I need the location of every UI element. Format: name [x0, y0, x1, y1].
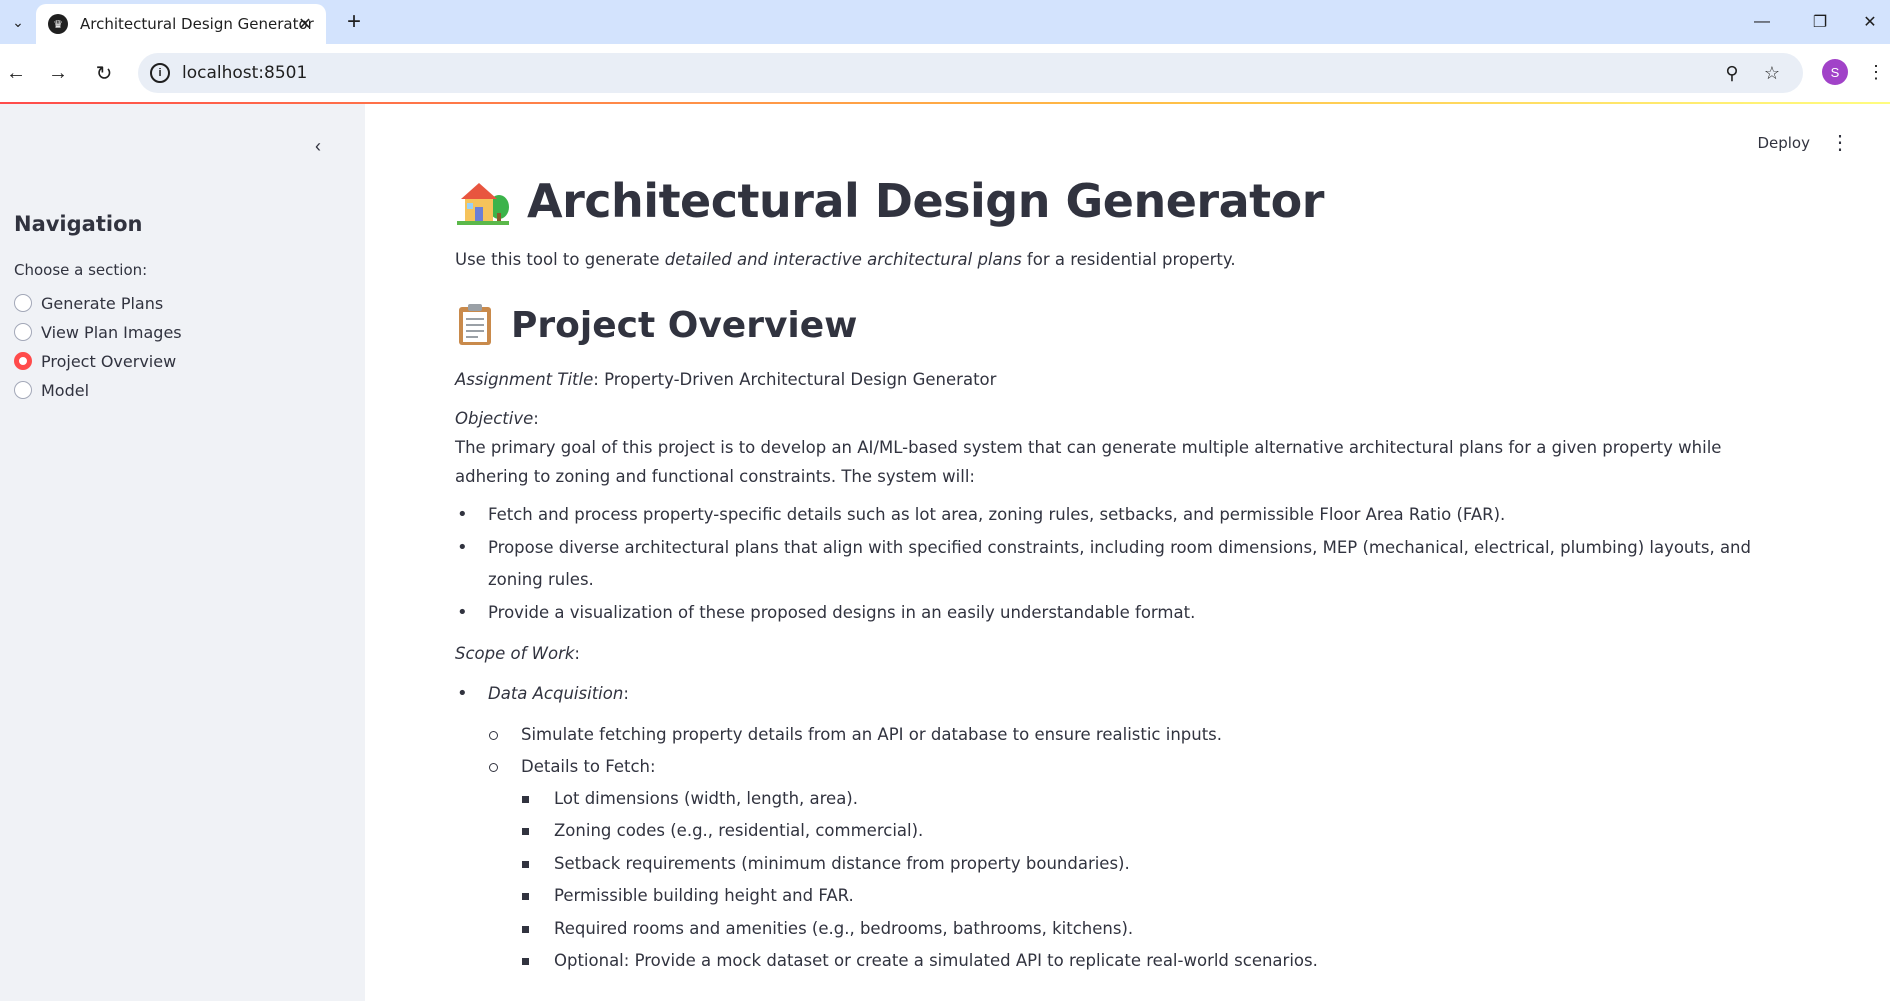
section-heading-text: Project Overview	[511, 304, 858, 346]
radio-button[interactable]	[14, 294, 32, 312]
restore-icon[interactable]: ❐	[1800, 6, 1840, 38]
radio-label[interactable]: Project Overview	[41, 352, 176, 371]
assignment-value: : Property-Driven Architectural Design G…	[593, 370, 997, 389]
intro-paragraph: Use this tool to generate detailed and i…	[455, 250, 1785, 269]
page-title-text: Architectural Design Generator	[527, 174, 1324, 228]
app-menu-icon[interactable]: ⋮	[1830, 130, 1850, 155]
zoom-icon[interactable]: ⚲	[1718, 59, 1746, 87]
scope-label: Scope of Work	[455, 644, 575, 663]
main-content: Deploy ⋮ Architectural Design Generator …	[365, 104, 1890, 1001]
close-window-icon[interactable]: ✕	[1850, 6, 1890, 38]
streamlit-crown-icon: ♛	[48, 14, 68, 34]
list-item-data-acquisition: Data Acquisition:	[455, 678, 1785, 711]
radio-model[interactable]: Model	[14, 378, 89, 402]
scope-list: Data Acquisition:	[455, 678, 1785, 711]
site-info-icon[interactable]: i	[150, 63, 170, 83]
list-item: Propose diverse architectural plans that…	[455, 532, 1785, 597]
list-item: Provide a visualization of these propose…	[455, 597, 1785, 630]
details-list: Lot dimensions (width, length, area). Zo…	[455, 783, 1785, 978]
radio-button-selected[interactable]	[14, 352, 32, 370]
objective-label-line: Objective:	[455, 404, 1785, 433]
intro-prefix: Use this tool to generate	[455, 250, 665, 269]
radio-label[interactable]: Generate Plans	[41, 294, 163, 313]
list-item: Simulate fetching property details from …	[455, 719, 1785, 751]
radio-button[interactable]	[14, 381, 32, 399]
clipboard-icon	[459, 304, 491, 345]
assignment-label: Assignment Title	[455, 370, 594, 389]
close-tab-icon[interactable]: ✕	[294, 13, 316, 35]
list-item: Details to Fetch:	[455, 751, 1785, 783]
list-item: Setback requirements (minimum distance f…	[455, 848, 1785, 881]
radio-generate-plans[interactable]: Generate Plans	[14, 291, 163, 315]
data-acquisition-colon: :	[623, 684, 629, 703]
address-bar[interactable]: i localhost:8501 ⚲ ☆	[138, 53, 1803, 93]
browser-tab-bar: ⌄ ♛ Architectural Design Generator ✕ + —…	[0, 0, 1890, 44]
assignment-line: Assignment Title: Property-Driven Archit…	[455, 365, 1785, 394]
content-column: Architectural Design Generator Use this …	[455, 174, 1785, 978]
list-item: Fetch and process property-specific deta…	[455, 499, 1785, 532]
intro-suffix: for a residential property.	[1021, 250, 1236, 269]
sidebar: ‹ Navigation Choose a section: Generate …	[0, 104, 365, 1001]
objective-colon: :	[533, 409, 539, 428]
list-item: Zoning codes (e.g., residential, commerc…	[455, 815, 1785, 848]
browser-menu-icon[interactable]: ⋮	[1866, 57, 1886, 87]
tab-title: Architectural Design Generator	[80, 15, 314, 33]
browser-toolbar: ← → ↻ i localhost:8501 ⚲ ☆ S ⋮	[0, 44, 1890, 102]
minimize-icon[interactable]: —	[1742, 6, 1782, 38]
objective-text: The primary goal of this project is to d…	[455, 438, 1722, 486]
radio-group-label: Choose a section:	[14, 261, 148, 279]
objective-list: Fetch and process property-specific deta…	[455, 499, 1785, 629]
sidebar-title: Navigation	[14, 212, 143, 236]
scope-colon: :	[574, 644, 580, 663]
radio-project-overview[interactable]: Project Overview	[14, 349, 176, 373]
house-with-garden-icon	[457, 183, 509, 225]
section-heading: Project Overview	[455, 303, 1785, 347]
list-item: Optional: Provide a mock dataset or crea…	[455, 945, 1785, 978]
list-item: Lot dimensions (width, length, area).	[455, 783, 1785, 816]
back-arrow-icon[interactable]: ←	[0, 57, 32, 89]
data-acquisition-list: Simulate fetching property details from …	[455, 719, 1785, 783]
list-item: Required rooms and amenities (e.g., bedr…	[455, 913, 1785, 946]
radio-label[interactable]: View Plan Images	[41, 323, 182, 342]
profile-avatar[interactable]: S	[1822, 59, 1848, 85]
browser-tab-active[interactable]: ♛ Architectural Design Generator ✕	[36, 4, 326, 44]
reload-icon[interactable]: ↻	[88, 57, 120, 89]
bookmark-star-icon[interactable]: ☆	[1758, 59, 1786, 87]
url-text[interactable]: localhost:8501	[182, 63, 307, 83]
tab-search-chevron-icon[interactable]: ⌄	[4, 8, 32, 36]
radio-button[interactable]	[14, 323, 32, 341]
new-tab-plus-icon[interactable]: +	[338, 6, 370, 38]
radio-view-plan-images[interactable]: View Plan Images	[14, 320, 182, 344]
forward-arrow-icon[interactable]: →	[42, 57, 74, 89]
objective-label: Objective	[455, 409, 534, 428]
collapse-sidebar-chevron-icon[interactable]: ‹	[306, 134, 330, 158]
data-acquisition-label: Data Acquisition	[488, 684, 624, 703]
deploy-button[interactable]: Deploy	[1757, 134, 1810, 152]
intro-emphasis: detailed and interactive architectural p…	[664, 250, 1022, 269]
radio-label[interactable]: Model	[41, 381, 89, 400]
page-title: Architectural Design Generator	[455, 174, 1785, 228]
list-item: Permissible building height and FAR.	[455, 880, 1785, 913]
scope-label-line: Scope of Work:	[455, 639, 1785, 668]
